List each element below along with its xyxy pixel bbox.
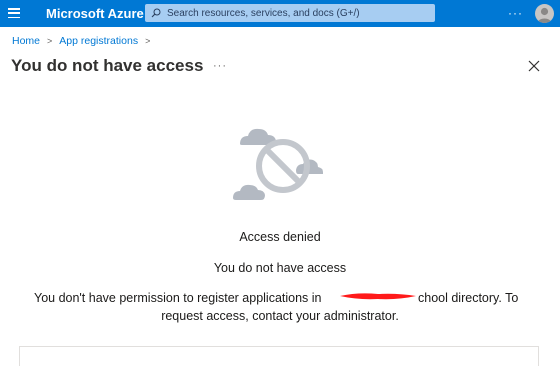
- breadcrumb: Home > App registrations >: [12, 35, 157, 47]
- search-icon: [151, 8, 161, 18]
- breadcrumb-separator: >: [145, 36, 151, 46]
- permission-message-part2: chool directory. To: [418, 291, 519, 305]
- content-panel: [19, 346, 539, 366]
- more-options-icon[interactable]: ···: [213, 60, 227, 72]
- access-denied-subheading: You do not have access: [213, 261, 347, 275]
- breadcrumb-separator: >: [47, 36, 53, 46]
- close-icon[interactable]: [527, 59, 541, 73]
- search-box[interactable]: [145, 4, 435, 22]
- search-input[interactable]: [167, 7, 427, 19]
- user-avatar-icon[interactable]: [535, 4, 554, 23]
- access-denied-cloud-icon: [233, 128, 323, 200]
- breadcrumb-home[interactable]: Home: [12, 35, 40, 47]
- hamburger-menu-icon[interactable]: [8, 8, 20, 18]
- top-bar: Microsoft Azure ···: [0, 0, 560, 27]
- brand-title[interactable]: Microsoft Azure: [46, 6, 144, 21]
- redaction-mark: [340, 293, 416, 300]
- permission-message-line2: request access, contact your administrat…: [161, 309, 399, 323]
- page-title: You do not have access: [11, 56, 204, 75]
- more-icon[interactable]: ···: [508, 6, 523, 20]
- breadcrumb-app-registrations[interactable]: App registrations: [59, 35, 138, 47]
- access-denied-heading: Access denied: [239, 230, 321, 244]
- permission-message-part1: You don't have permission to register ap…: [34, 291, 322, 305]
